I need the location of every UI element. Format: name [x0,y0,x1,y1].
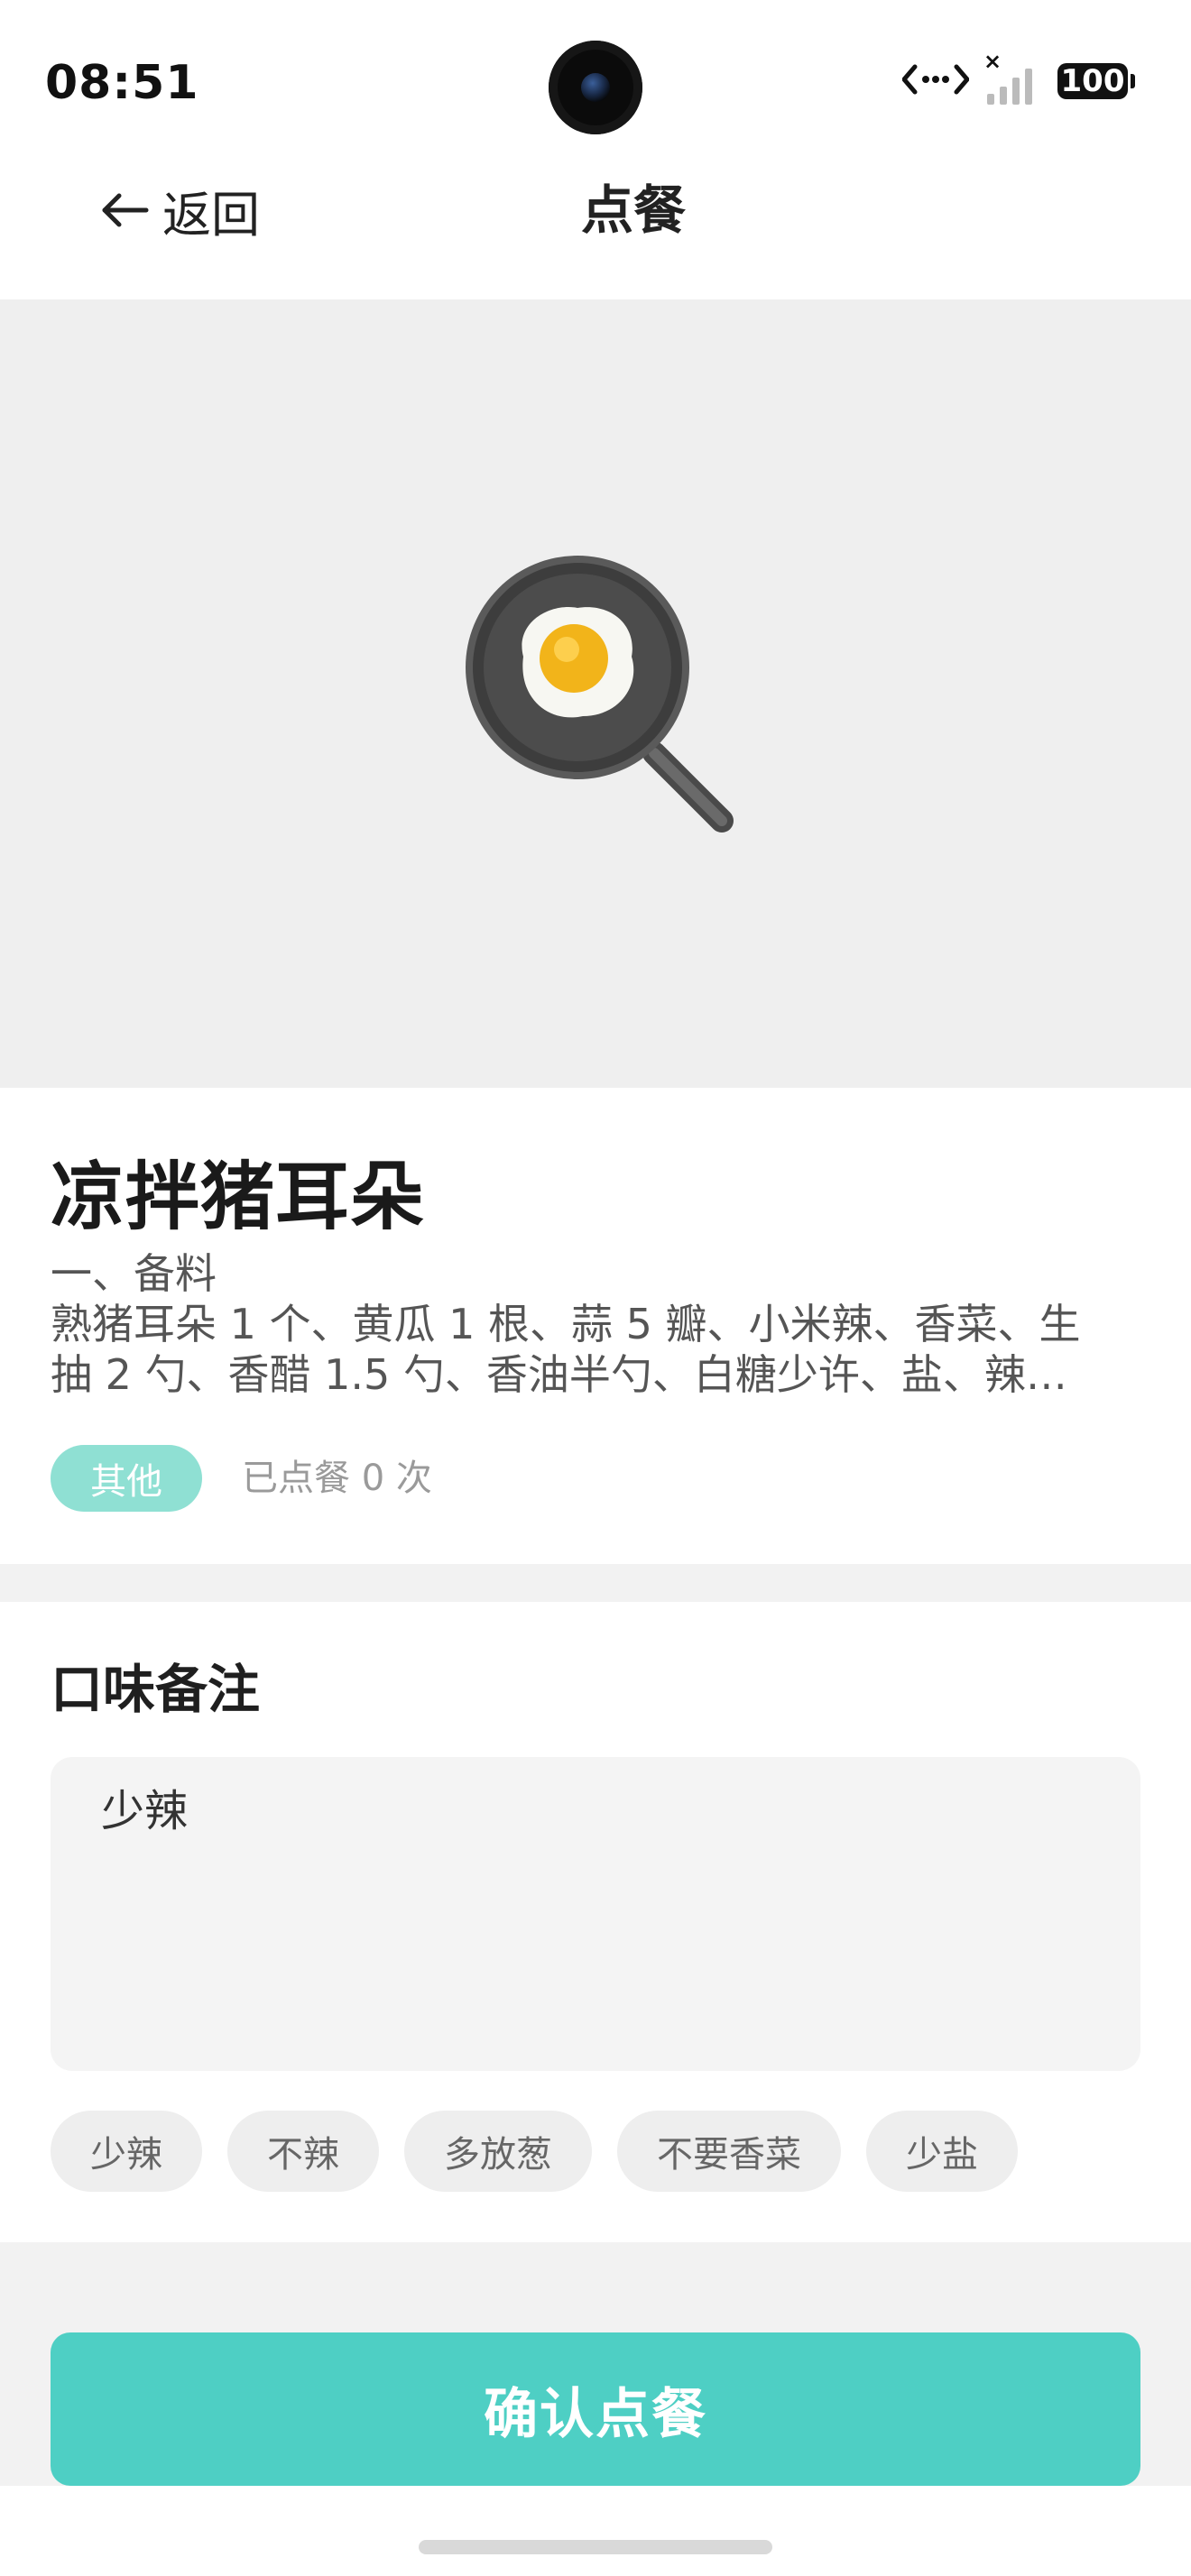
signal-off-icon: × [982,49,1045,106]
order-count: 已点餐 0 次 [242,1458,432,1499]
taste-notes-input[interactable]: 少辣 [51,1757,1140,2071]
back-label: 返回 [162,186,260,244]
quick-note-chip[interactable]: 少辣 [51,2111,202,2192]
status-icons: × 100 [901,49,1135,106]
data-transfer-icon [901,61,970,101]
quick-note-chip[interactable]: 不辣 [227,2111,379,2192]
quick-note-chip[interactable]: 少盐 [866,2111,1018,2192]
camera-lens [581,73,610,102]
dish-name: 凉拌猪耳朵 [51,1155,426,1240]
description-line: 抽 2 勺、香醋 1.5 勺、香油半勺、白糖少许、盐、辣… [51,1350,1067,1399]
quick-notes: 少辣 不辣 多放葱 不要香菜 少盐 [51,2111,1018,2192]
status-time: 08:51 [45,56,199,110]
category-tag: 其他 [51,1445,202,1512]
description-line: 一、备料 [51,1249,217,1298]
arrow-left-icon [99,190,150,230]
quick-note-chip[interactable]: 不要香菜 [617,2111,841,2192]
frying-pan-egg-icon [460,550,740,839]
confirm-order-button[interactable]: 确认点餐 [51,2332,1140,2486]
quick-note-chip[interactable]: 多放葱 [404,2111,592,2192]
back-button[interactable]: 返回 [99,171,260,249]
home-indicator[interactable] [419,2540,772,2554]
dish-description: 一、备料 熟猪耳朵 1 个、黄瓜 1 根、蒜 5 瓣、小米辣、香菜、生 抽 2 … [51,1248,1142,1400]
battery-indicator: 100 [1057,63,1135,99]
bottom-safe-area [0,2486,1191,2576]
description-line: 熟猪耳朵 1 个、黄瓜 1 根、蒜 5 瓣、小米辣、香菜、生 [51,1300,1081,1348]
notes-title: 口味备注 [51,1659,261,1720]
